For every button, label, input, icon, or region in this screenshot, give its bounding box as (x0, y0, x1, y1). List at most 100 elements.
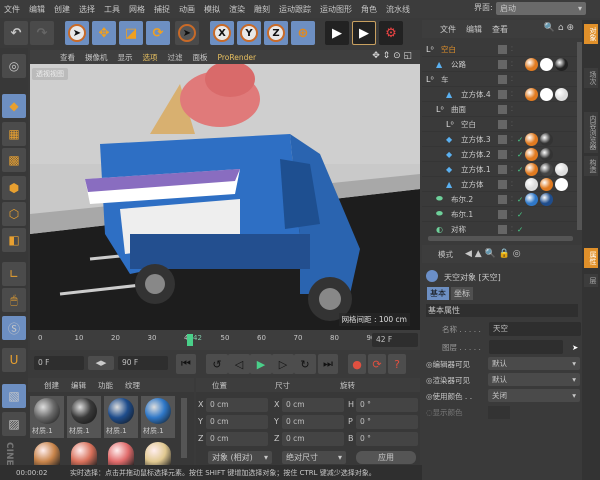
recent-tool-icon[interactable]: ➤ (175, 21, 199, 45)
material-swatch[interactable] (34, 442, 60, 466)
attr-nav-icons[interactable]: ◀ ▲ 🔍 🔒 ◎ (465, 249, 521, 259)
polygons-mode-icon[interactable]: ◧ (2, 228, 26, 252)
size-mode-select[interactable]: 绝对尺寸 (282, 451, 346, 464)
go-to-start-icon[interactable]: ⏮ (176, 354, 196, 374)
layer-toggle-icon[interactable] (498, 134, 507, 144)
autokey-icon[interactable]: ⟳ (368, 354, 386, 374)
viewport-menu-item[interactable]: 面板 (193, 52, 208, 63)
object-row[interactable]: ⬬ 布尔.2 ⁚ ✓ (422, 192, 577, 207)
coord-mode-select[interactable]: 对象 (相对) (208, 451, 272, 464)
workplane-icon[interactable]: ▩ (2, 148, 26, 172)
layer-toggle-icon[interactable] (498, 89, 507, 99)
scale-icon[interactable]: ◪ (119, 21, 143, 45)
tweak-mode-icon[interactable]: 🖱 (2, 288, 26, 312)
redo-icon[interactable]: ↷ (30, 21, 54, 45)
name-field[interactable]: 天空 (489, 322, 581, 336)
material-tag-icon[interactable] (540, 163, 553, 176)
rot-field[interactable]: 0 ° (356, 398, 418, 412)
right-tab[interactable]: 构造 (584, 156, 598, 176)
pos-field[interactable]: 0 cm (206, 432, 268, 446)
menu-item[interactable]: 雕刻 (254, 4, 270, 15)
keyframe-selection-icon[interactable]: ? (388, 354, 406, 374)
rot-field[interactable]: 0 ° (356, 432, 418, 446)
prev-key-icon[interactable]: ↺ (206, 354, 228, 374)
range-slider[interactable]: ◀▶ (88, 356, 114, 370)
tab-basic[interactable]: 基本 (427, 287, 449, 300)
material-tag-icon[interactable] (555, 163, 568, 176)
enabled-check-icon[interactable]: ✓ (517, 195, 523, 204)
viewport-menu-item[interactable]: 查看 (60, 52, 75, 63)
material-tag-icon[interactable] (525, 163, 538, 176)
enabled-check-icon[interactable]: ✓ (517, 150, 523, 159)
om-tool-icons[interactable]: 🔍 ⌂ ⊕ (544, 23, 574, 33)
material-tag-icon[interactable] (525, 133, 538, 146)
layer-toggle-icon[interactable] (498, 209, 507, 219)
render-view-icon[interactable]: ▶ (325, 21, 349, 45)
menu-item[interactable]: 动画 (179, 4, 195, 15)
z-axis-lock[interactable]: Z (264, 21, 288, 45)
layer-toggle-icon[interactable] (498, 179, 507, 189)
viewport-menu-item[interactable]: 摄像机 (85, 52, 108, 63)
enabled-check-icon[interactable]: ✓ (517, 210, 523, 219)
visibility-dots-icon[interactable]: ⁚ (511, 76, 513, 83)
solo-icon[interactable]: Ⓢ (2, 316, 26, 340)
pos-field[interactable]: 0 cm (206, 398, 268, 412)
layer-toggle-icon[interactable] (498, 119, 507, 129)
render-settings-icon[interactable]: ⚙ (379, 21, 403, 45)
menu-item[interactable]: 工具 (104, 4, 120, 15)
material-swatch[interactable] (145, 442, 171, 466)
visibility-dots-icon[interactable]: ⁚ (511, 121, 513, 128)
viewport-menu-item[interactable]: 显示 (118, 52, 133, 63)
attr-side-tab[interactable]: 属性 (584, 248, 598, 268)
visibility-dots-icon[interactable]: ⁚ (511, 196, 513, 203)
snap-magnet-icon[interactable]: U (2, 348, 26, 372)
material-tag-icon[interactable] (540, 58, 553, 71)
visibility-dots-icon[interactable]: ⁚ (511, 181, 513, 188)
enabled-check-icon[interactable]: ✓ (517, 225, 523, 234)
material-tag-icon[interactable] (540, 88, 553, 101)
material-tag-icon[interactable] (525, 88, 538, 101)
object-row[interactable]: ◆ 立方体.2 ⁚ ✓ (422, 147, 577, 162)
object-row[interactable]: ◆ 立方体.3 ⁚ ✓ (422, 132, 577, 147)
layer-toggle-icon[interactable] (498, 194, 507, 204)
object-row[interactable]: L⁰ 空白 ⁚ (422, 42, 577, 57)
pick-icon[interactable]: ➤ (572, 343, 578, 352)
menu-item[interactable]: 流水线 (386, 4, 410, 15)
viewport-nav-icons[interactable]: ✥ ⇕ ⊙ ◱ (372, 51, 412, 61)
material-tag-icon[interactable] (555, 58, 568, 71)
use-color-select[interactable]: 关闭 (488, 389, 580, 402)
edges-mode-icon[interactable]: ⬡ (2, 202, 26, 226)
material-tag-icon[interactable] (555, 88, 568, 101)
material-tag-icon[interactable] (525, 178, 538, 191)
undo-icon[interactable]: ↶ (4, 21, 28, 45)
go-to-end-icon[interactable]: ⏭ (318, 354, 338, 374)
material-tag-icon[interactable] (525, 58, 538, 71)
visibility-dots-icon[interactable]: ⁚ (511, 136, 513, 143)
material-menu-item[interactable]: 纹理 (125, 380, 140, 391)
record-key-icon[interactable]: ● (348, 354, 366, 374)
right-tab[interactable]: 对象 (584, 24, 598, 44)
object-row[interactable]: L⁰ 车 ⁚ (422, 72, 577, 87)
viewport-3d[interactable]: 透视视图 网格间距 : 100 cm (30, 64, 420, 330)
material-menu-item[interactable]: 编辑 (71, 380, 86, 391)
menu-item[interactable]: 网格 (129, 4, 145, 15)
visibility-dots-icon[interactable]: ⁚ (511, 151, 513, 158)
visibility-dots-icon[interactable]: ⁚ (511, 106, 513, 113)
object-menu-item[interactable]: 文件 (440, 24, 456, 35)
material-swatch[interactable]: 材质.1 (67, 396, 101, 438)
layer-toggle-icon[interactable] (498, 44, 507, 54)
rot-field[interactable]: 0 ° (356, 415, 418, 429)
model-mode-icon[interactable]: ◆ (2, 94, 26, 118)
layer-toggle-icon[interactable] (498, 224, 507, 234)
material-menu-item[interactable]: 创建 (44, 380, 59, 391)
material-swatch[interactable]: 材质.1 (30, 396, 64, 438)
material-tag-icon[interactable] (540, 133, 553, 146)
menu-item[interactable]: 编辑 (29, 4, 45, 15)
menu-item[interactable]: 创建 (54, 4, 70, 15)
prev-frame-icon[interactable]: ◁ (228, 354, 250, 374)
mode-menu[interactable]: 模式 (438, 249, 453, 260)
viewport-menu-item[interactable]: 选项 (143, 52, 158, 63)
right-tab[interactable]: 场次 (584, 68, 598, 88)
material-scrollbar[interactable] (181, 398, 187, 458)
enabled-check-icon[interactable]: ✓ (517, 165, 523, 174)
